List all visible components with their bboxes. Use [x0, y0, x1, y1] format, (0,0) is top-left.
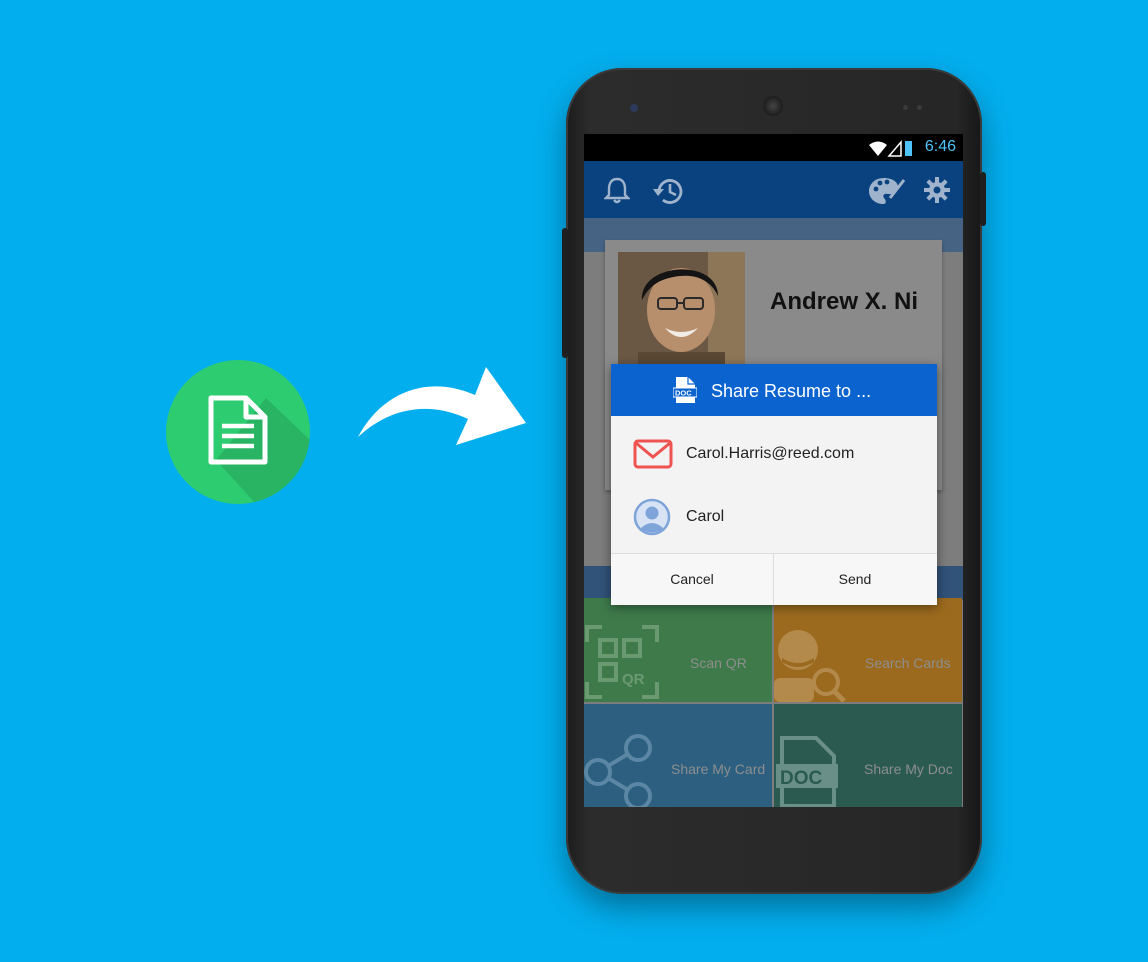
- share-icon: [584, 734, 652, 807]
- palette-icon[interactable]: [868, 176, 906, 206]
- send-button[interactable]: Send: [774, 554, 936, 605]
- doc-file-icon: DOC: [776, 736, 838, 807]
- recipient-email-row[interactable]: Carol.Harris@reed.com: [611, 423, 937, 485]
- qr-scan-icon: QR: [585, 625, 659, 699]
- tile-scan-qr[interactable]: QR Scan QR: [584, 598, 772, 702]
- dialog-header: DOC Share Resume to ...: [611, 364, 937, 416]
- curved-arrow-icon: [358, 367, 526, 445]
- tile-share-my-card[interactable]: Share My Card: [584, 704, 772, 807]
- svg-text:DOC: DOC: [780, 768, 823, 789]
- power-button: [980, 172, 986, 226]
- dialog-title: Share Resume to ...: [711, 381, 872, 401]
- tile-label: Search Cards: [865, 655, 951, 671]
- volume-button: [562, 228, 568, 358]
- recipient-label: Carol: [686, 508, 725, 525]
- search-person-icon: [774, 630, 846, 702]
- bell-icon[interactable]: [604, 176, 630, 204]
- dialog-buttons: Cancel Send: [611, 553, 937, 605]
- recipient-label: Carol.Harris@reed.com: [686, 445, 855, 462]
- tile-label: Share My Card: [671, 761, 766, 777]
- profile-name: Andrew X. Ni: [770, 288, 919, 315]
- front-camera: [630, 104, 638, 112]
- sensor: [917, 105, 922, 110]
- mail-icon: [633, 439, 673, 469]
- tile-share-my-doc[interactable]: DOC Share My Doc: [774, 704, 962, 807]
- svg-text:DOC: DOC: [675, 389, 692, 398]
- document-icon: [166, 360, 310, 504]
- earpiece-speaker: [763, 96, 783, 116]
- sensor: [903, 105, 908, 110]
- recipient-contact-row[interactable]: Carol: [611, 486, 937, 548]
- tile-label: Scan QR: [690, 655, 747, 671]
- contact-avatar-icon: [633, 498, 671, 536]
- tile-label: Share My Doc: [864, 761, 953, 777]
- tile-search-cards[interactable]: Search Cards: [774, 598, 962, 702]
- share-dialog: DOC Share Resume to ... Carol.Harris@ree…: [611, 364, 937, 605]
- app-bar: [584, 161, 963, 218]
- doc-file-icon: DOC: [673, 377, 697, 403]
- cancel-button[interactable]: Cancel: [611, 554, 774, 605]
- status-time: 6:46: [924, 138, 956, 155]
- svg-text:QR: QR: [622, 671, 645, 688]
- status-bar: 6:46: [584, 134, 963, 161]
- history-icon[interactable]: [652, 176, 686, 206]
- action-tiles: QR Scan QR Search Cards Share My Card DO…: [584, 598, 963, 807]
- status-icons: [869, 139, 912, 157]
- profile-photo: [618, 252, 745, 372]
- gear-icon[interactable]: [923, 176, 951, 204]
